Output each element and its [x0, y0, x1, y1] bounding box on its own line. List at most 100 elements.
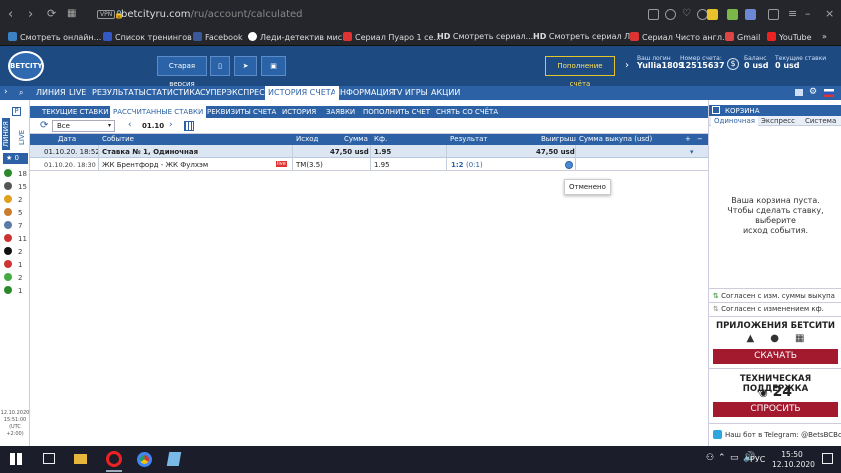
heart-icon[interactable]: ♡ [682, 8, 691, 19]
agree-cashout-option[interactable]: ⇅ Согласен с изм. суммы выкупа [713, 292, 835, 300]
tab-withdraw[interactable]: СНЯТЬ СО СЧЁТА [436, 108, 498, 116]
col-event[interactable]: Событие [102, 135, 134, 143]
bet-summary-row[interactable]: 01.10.20. 18:52 Ставка № 1, Одиночная 47… [30, 145, 708, 158]
bookmark-3[interactable]: Леди-детектив мис... [248, 32, 350, 42]
menu-superexpress[interactable]: СУПЕРЭКСПРЕСС [200, 88, 270, 97]
windows-icon[interactable]: ▦ [795, 333, 804, 344]
sport-row[interactable]: 11 [4, 234, 27, 243]
apple-icon[interactable]: ● [770, 333, 779, 344]
forward-icon[interactable]: › [28, 7, 33, 22]
chrome-icon[interactable] [137, 452, 152, 467]
menu-account-history[interactable]: ИСТОРИЯ СЧЕТА [265, 86, 340, 100]
back-icon[interactable]: ‹ [8, 7, 13, 22]
sport-row[interactable]: 7 [4, 221, 22, 230]
menu-promotions[interactable]: АКЦИИ [431, 88, 460, 97]
expand-row-icon[interactable]: ▾ [690, 148, 694, 156]
tab-line-vertical[interactable]: ЛИНИЯ [2, 118, 10, 150]
android-icon[interactable]: ▲ [747, 333, 755, 344]
tab-live-vertical[interactable]: LIVE [18, 130, 26, 145]
menu-icon[interactable]: ≡ [788, 7, 797, 20]
tabs-grid-icon[interactable]: ▦ [67, 8, 76, 19]
period-select[interactable]: Все ▾ [52, 120, 115, 132]
agree-coef-option[interactable]: ⇅ Согласен с изменением кф. [713, 305, 824, 313]
menu-info[interactable]: ИНФОРМАЦИЯ [334, 88, 394, 97]
language-indicator[interactable]: РУС [750, 455, 765, 464]
sport-row[interactable]: 2 [4, 195, 22, 204]
tv-icon[interactable]: ▣ [261, 56, 286, 76]
sport-row[interactable]: 18 [4, 169, 27, 178]
profile-icon[interactable] [768, 9, 779, 20]
search-icon[interactable]: ⌕ [19, 88, 23, 98]
col-win[interactable]: Выигрыш [541, 135, 576, 143]
close-icon[interactable]: × [825, 7, 834, 20]
minimize-icon[interactable]: – [805, 7, 811, 20]
event-name[interactable]: ЖК Брентфорд - ЖК Фулхэм [102, 161, 208, 169]
bookmark-0[interactable]: Смотреть онлайн... [8, 32, 101, 42]
refresh-icon[interactable]: ⟳ [40, 120, 48, 131]
tab-single[interactable]: Одиночная [711, 116, 758, 126]
vpn-badge[interactable]: VPN [97, 10, 116, 19]
extension-v-icon[interactable] [745, 9, 756, 20]
bookmark-4[interactable]: Сериал Пуаро 1 се... [343, 32, 441, 42]
tab-settled-bets[interactable]: РАССЧИТАННЫЕ СТАВКИ [110, 106, 207, 118]
logout-icon[interactable]: › [625, 60, 629, 71]
mobile-icon[interactable]: ▯ [210, 56, 230, 76]
menu-statistics[interactable]: СТАТИСТИКА [146, 88, 200, 97]
extension-green-icon[interactable] [727, 9, 738, 20]
shield-icon[interactable] [665, 9, 676, 20]
tab-system[interactable]: Система [805, 117, 836, 125]
bookmark-8[interactable]: Gmail [725, 32, 760, 42]
clock[interactable]: 15:50 12.10.2020 [772, 450, 815, 470]
cancelled-status-icon[interactable] [565, 161, 573, 169]
menu-live[interactable]: LIVE [69, 88, 86, 97]
bookmark-7[interactable]: Сериал Чисто англ... [630, 32, 730, 42]
bookmark-9[interactable]: YouTube [767, 32, 812, 42]
bookmarks-more[interactable]: » [822, 32, 827, 41]
tab-express[interactable]: Экспресс [761, 117, 795, 125]
odds-format-icon[interactable] [795, 89, 803, 96]
col-cashout[interactable]: Сумма выкупа (usd) [579, 135, 652, 143]
betcity-logo[interactable]: BETCITY [8, 51, 44, 81]
menu-toggle-icon[interactable]: › [4, 87, 8, 97]
tab-deposit[interactable]: ПОПОЛНИТЬ СЧЕТ [363, 108, 430, 116]
remove-column-icon[interactable]: − [697, 135, 703, 143]
col-coef[interactable]: Кф. [374, 135, 387, 143]
favorites-row[interactable]: ★ 0 [3, 153, 28, 164]
extension-icon[interactable] [707, 9, 718, 20]
file-explorer-icon[interactable] [74, 454, 87, 464]
bookmark-5[interactable]: HD Смотреть сериал... [437, 32, 533, 41]
sport-row[interactable]: 1 [4, 286, 22, 295]
sport-row[interactable]: 5 [4, 208, 22, 217]
ask-support-button[interactable]: СПРОСИТЬ [713, 402, 838, 417]
next-date-icon[interactable]: › [169, 120, 173, 130]
task-view-icon[interactable] [43, 453, 55, 464]
network-icon[interactable]: ▭ [730, 453, 739, 463]
sport-row[interactable]: 15 [4, 182, 27, 191]
menu-results[interactable]: РЕЗУЛЬТАТЫ [92, 88, 146, 97]
old-version-button[interactable]: Старая версия [157, 56, 207, 88]
col-date[interactable]: Дата [58, 135, 76, 143]
tab-current-bets[interactable]: ТЕКУЩИЕ СТАВКИ [42, 108, 108, 116]
telegram-bot-link[interactable]: Наш бот в Telegram: @BetsBCBot [713, 430, 841, 439]
tray-person-icon[interactable]: ⚇ [706, 453, 714, 463]
tab-account-details[interactable]: РЕКВИЗИТЫ СЧЕТА [207, 108, 276, 116]
col-amount[interactable]: Сумма [344, 135, 368, 143]
sport-row[interactable]: 2 [4, 273, 22, 282]
address-bar[interactable]: betcityru.com/ru/account/calculated [121, 9, 303, 20]
bookmark-6[interactable]: HD Смотреть сериал Л... [533, 32, 638, 41]
reload-icon[interactable]: ⟳ [47, 7, 56, 20]
notifications-icon[interactable] [822, 453, 833, 464]
menu-line[interactable]: ЛИНИЯ [36, 88, 66, 97]
camera-icon[interactable] [648, 9, 659, 20]
windows-start-icon[interactable] [10, 453, 22, 465]
tab-history[interactable]: ИСТОРИЯ [282, 108, 316, 116]
telegram-icon[interactable]: ➤ [234, 56, 257, 76]
tray-chevron-icon[interactable]: ⌃ [718, 453, 726, 463]
prev-date-icon[interactable]: ‹ [128, 120, 132, 130]
app-icon[interactable] [166, 452, 182, 466]
tab-requests[interactable]: ЗАЯВКИ [326, 108, 355, 116]
settings-icon[interactable]: ⚙ [809, 87, 817, 97]
sport-row[interactable]: 1 [4, 260, 22, 269]
calendar-icon[interactable] [184, 121, 194, 131]
bookmark-1[interactable]: Список тренингов [103, 32, 192, 42]
